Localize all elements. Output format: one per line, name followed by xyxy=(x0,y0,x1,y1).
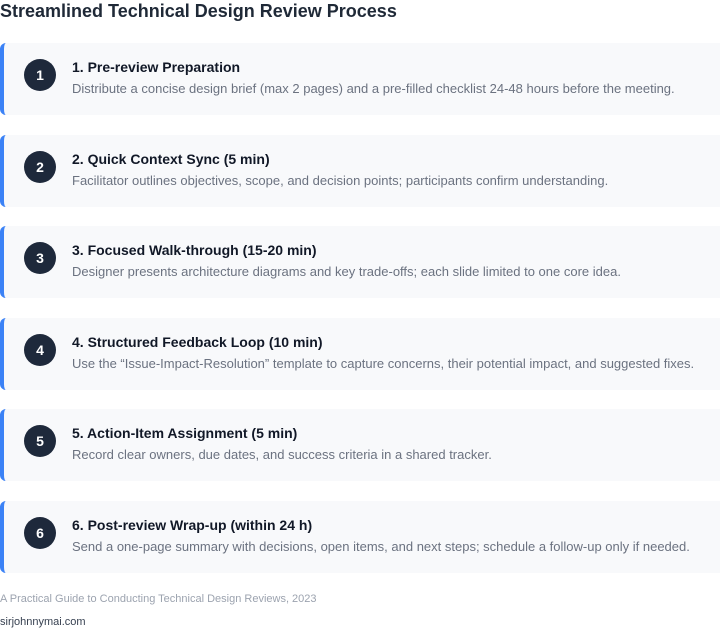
step-description: Send a one-page summary with decisions, … xyxy=(72,538,690,554)
step-card-6: 6 6. Post-review Wrap-up (within 24 h) S… xyxy=(0,500,720,573)
step-title: 5. Action-Item Assignment (5 min) xyxy=(72,425,298,442)
step-card-1: 1 1. Pre-review Preparation Distribute a… xyxy=(0,43,720,115)
step-description: Designer presents architecture diagrams … xyxy=(72,264,621,280)
step-card-5: 5 5. Action-Item Assignment (5 min) Reco… xyxy=(0,409,720,482)
step-card-3: 3 3. Focused Walk-through (15-20 min) De… xyxy=(0,226,720,299)
step-number-badge: 1 xyxy=(24,59,56,91)
step-number-badge: 4 xyxy=(24,333,56,366)
source-citation: A Practical Guide to Conducting Technica… xyxy=(0,593,317,605)
step-card-4: 4 4. Structured Feedback Loop (10 min) U… xyxy=(0,317,720,390)
step-description: Facilitator outlines objectives, scope, … xyxy=(72,172,609,188)
site-credit: sirjohnnymai.com xyxy=(0,616,86,628)
step-title: 2. Quick Context Sync (5 min) xyxy=(72,150,270,167)
step-number-badge: 3 xyxy=(24,242,56,275)
step-number-badge: 2 xyxy=(24,150,56,183)
step-description: Use the “Issue-Impact-Resolution” templa… xyxy=(72,355,695,371)
step-title: 6. Post-review Wrap-up (within 24 h) xyxy=(72,516,313,533)
step-number-badge: 5 xyxy=(24,425,56,458)
page-title: Streamlined Technical Design Review Proc… xyxy=(0,1,397,21)
step-description: Record clear owners, due dates, and succ… xyxy=(72,447,492,463)
steps-list: 1 1. Pre-review Preparation Distribute a… xyxy=(0,43,720,593)
step-description: Distribute a concise design brief (max 2… xyxy=(72,81,675,96)
step-title: 1. Pre-review Preparation xyxy=(72,59,241,75)
step-title: 4. Structured Feedback Loop (10 min) xyxy=(72,333,323,350)
step-title: 3. Focused Walk-through (15-20 min) xyxy=(72,242,317,259)
step-number-badge: 6 xyxy=(24,516,56,549)
step-card-2: 2 2. Quick Context Sync (5 min) Facilita… xyxy=(0,134,720,207)
